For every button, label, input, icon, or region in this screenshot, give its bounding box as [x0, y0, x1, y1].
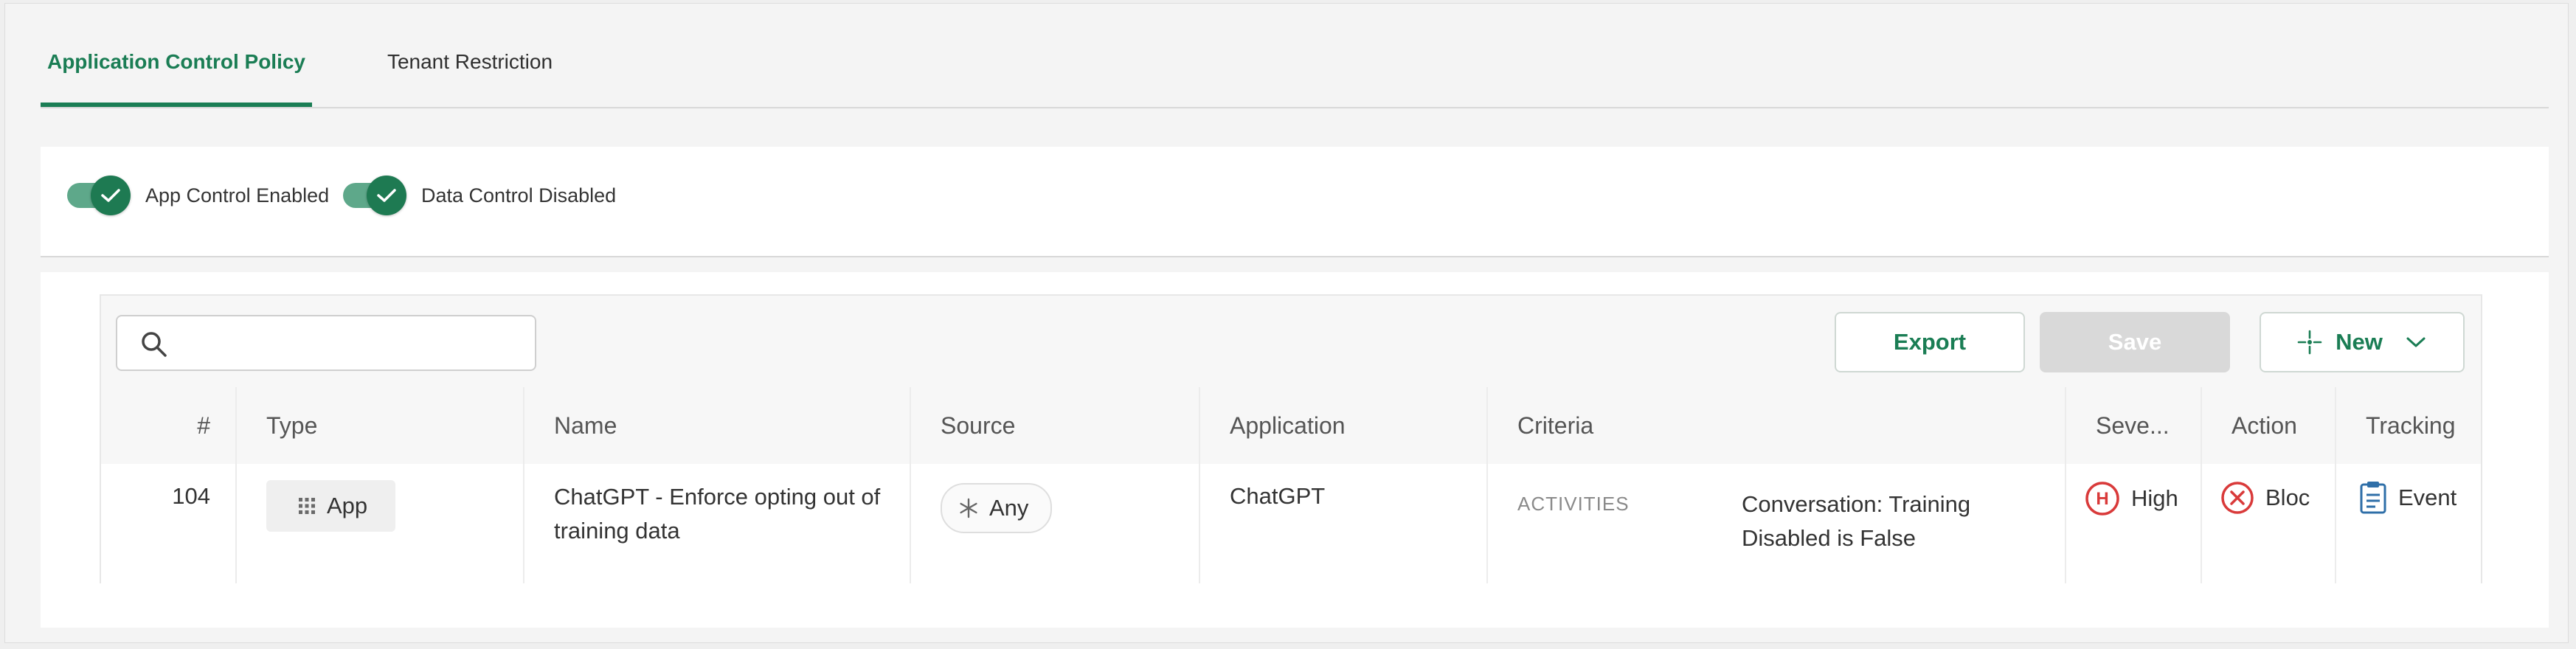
row-name-cell: ChatGPT - Enforce opting out of training… — [524, 464, 911, 583]
save-button[interactable]: Save — [2040, 312, 2230, 372]
app-control-label: App Control Enabled — [145, 184, 330, 206]
svg-text:H: H — [2096, 489, 2108, 509]
row-tracking-cell[interactable]: Event — [2336, 464, 2481, 583]
row-severity-cell[interactable]: H High — [2066, 464, 2202, 583]
header-source[interactable]: Source — [911, 387, 1200, 464]
app-frame: Application Control Policy Tenant Restri… — [4, 3, 2569, 643]
search-icon — [142, 332, 167, 357]
app-control-toggle[interactable] — [67, 176, 131, 215]
row-application-cell[interactable]: ChatGPT — [1200, 464, 1488, 583]
check-icon — [367, 176, 406, 215]
new-button[interactable]: New — [2260, 312, 2465, 372]
search-input[interactable] — [184, 325, 526, 362]
header-name[interactable]: Name — [524, 387, 911, 464]
policy-panel: Export Save New # Type Name Source Appli… — [41, 272, 2549, 628]
app-control-toggle-group: App Control Enabled — [67, 175, 329, 216]
export-button[interactable]: Export — [1835, 312, 2025, 372]
table-header: # Type Name Source Application Criteria … — [101, 387, 2481, 464]
source-label: Any — [989, 495, 1029, 521]
row-action-cell[interactable]: Bloc — [2202, 464, 2336, 583]
search-box — [116, 315, 536, 371]
header-criteria[interactable]: Criteria — [1488, 387, 2066, 464]
asterisk-icon — [960, 498, 977, 518]
tab-application-control-policy[interactable]: Application Control Policy — [41, 33, 312, 107]
tab-bar: Application Control Policy Tenant Restri… — [41, 33, 2549, 108]
rule-name[interactable]: ChatGPT - Enforce opting out of training… — [554, 480, 893, 548]
new-button-label: New — [2336, 329, 2383, 355]
type-chip[interactable]: App — [266, 480, 396, 532]
header-type[interactable]: Type — [237, 387, 524, 464]
data-control-label: Data Control Disabled — [421, 184, 617, 206]
row-type-cell: App — [237, 464, 524, 583]
row-number: 104 — [101, 464, 237, 583]
policy-table: # Type Name Source Application Criteria … — [101, 387, 2481, 583]
header-tracking[interactable]: Tracking — [2336, 387, 2481, 464]
type-label: App — [327, 493, 368, 518]
header-severity[interactable]: Seve... — [2066, 387, 2202, 464]
source-chip[interactable]: Any — [941, 483, 1053, 533]
check-icon — [91, 176, 131, 215]
action-label: Bloc — [2265, 485, 2310, 510]
criteria-label: ACTIVITIES — [1517, 493, 1630, 515]
row-criteria-cell[interactable]: ACTIVITIES Conversation: Training Disabl… — [1488, 464, 2066, 583]
header-number[interactable]: # — [101, 387, 237, 464]
table-row[interactable]: 104 App ChatGPT - Enforce opting out of … — [101, 464, 2481, 583]
policy-table-container: Export Save New # Type Name Source Appli… — [100, 294, 2482, 583]
data-control-toggle-group: Data Control Disabled — [343, 175, 616, 216]
toggle-panel: App Control Enabled Data Control Disable… — [41, 147, 2549, 257]
row-source-cell: Any — [911, 464, 1200, 583]
chevron-down-icon[interactable] — [2405, 335, 2427, 350]
high-severity-icon: H — [2085, 482, 2119, 516]
severity-label: High — [2131, 485, 2178, 511]
sparkle-icon — [2297, 330, 2322, 355]
tab-tenant-restriction[interactable]: Tenant Restriction — [344, 33, 595, 107]
header-action[interactable]: Action — [2202, 387, 2336, 464]
criteria-value: Conversation: Training Disabled is False — [1742, 491, 1971, 551]
data-control-toggle[interactable] — [343, 176, 406, 215]
tracking-label: Event — [2398, 485, 2457, 510]
document-icon — [2360, 482, 2386, 514]
grid-icon — [299, 498, 315, 514]
header-application[interactable]: Application — [1200, 387, 1488, 464]
block-icon — [2221, 482, 2254, 514]
